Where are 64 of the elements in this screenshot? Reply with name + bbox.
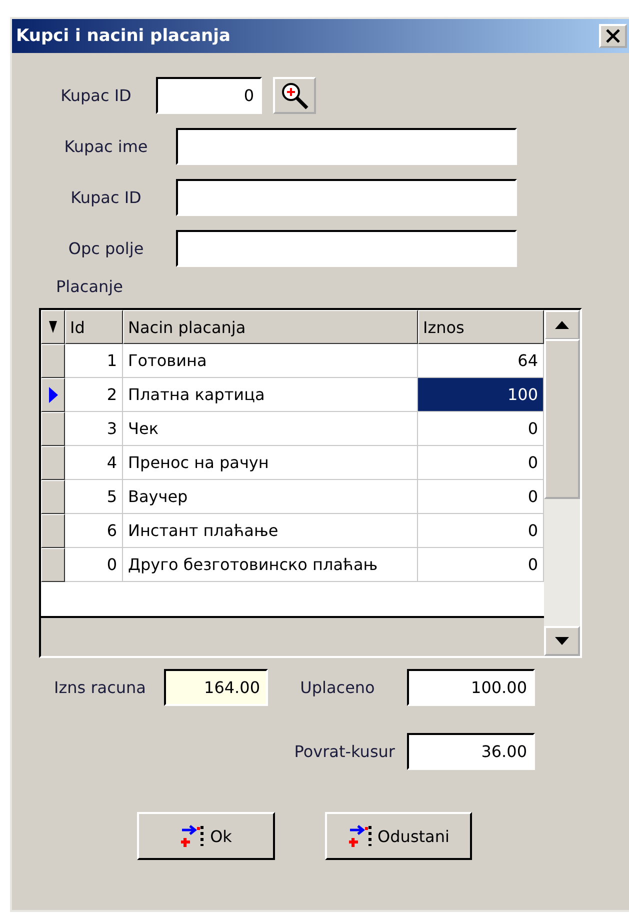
column-header[interactable]: Nacin placanja: [123, 310, 418, 344]
close-icon: [605, 29, 621, 43]
row-selector[interactable]: [41, 514, 65, 548]
field-label: Kupac ime: [63, 137, 149, 156]
table-cell: 0: [418, 412, 544, 446]
input-field[interactable]: 36.00: [407, 732, 535, 770]
row-selector[interactable]: [41, 412, 65, 446]
column-header[interactable]: Iznos: [418, 310, 544, 344]
table-cell: Пренос на рачун: [123, 446, 418, 480]
table-cell: 0: [418, 446, 544, 480]
table-cell: 1: [65, 344, 123, 378]
row-selector[interactable]: [41, 548, 65, 582]
input-field[interactable]: [176, 128, 517, 165]
table-cell: Инстант плаћање: [123, 514, 418, 548]
scroll-down-button[interactable]: [544, 626, 580, 656]
dropdown-icon: [49, 321, 57, 333]
table-cell: 64: [418, 344, 544, 378]
table-cell: 5: [65, 480, 123, 514]
table-cell: Платна картица: [123, 378, 418, 412]
transfer-icon: [180, 823, 206, 849]
row-selector[interactable]: [41, 446, 65, 480]
input-field[interactable]: [176, 230, 517, 267]
table-cell: Готовина: [123, 344, 418, 378]
up-arrow-icon: [555, 321, 569, 329]
row-selector[interactable]: [41, 480, 65, 514]
field-label: Izns racuna: [53, 678, 147, 696]
section-label: Placanje: [56, 277, 124, 296]
table-cell: 3: [65, 412, 123, 446]
table-cell: 4: [65, 446, 123, 480]
field-label: Kupac ID: [60, 86, 132, 105]
table-cell: 6: [65, 514, 123, 548]
table-cell: Чек: [123, 412, 418, 446]
window-title: Kupci i nacini placanja: [16, 26, 230, 46]
column-menu-button[interactable]: [41, 310, 65, 344]
table-cell: 0: [418, 548, 544, 582]
table-cell: 0: [65, 548, 123, 582]
transfer-icon: [348, 823, 374, 849]
table-cell: 0: [418, 480, 544, 514]
field-label: Opc polje: [67, 239, 145, 258]
search-icon: [280, 80, 310, 110]
table-cell: Ваучер: [123, 480, 418, 514]
table-cell: Друго безготовинско плаћањ: [123, 548, 418, 582]
input-field[interactable]: 164.00: [164, 668, 268, 706]
column-header[interactable]: Id: [65, 310, 123, 344]
table-cell: 100: [418, 378, 544, 412]
row-selector[interactable]: [41, 344, 65, 378]
field-label: Povrat-kusur: [293, 742, 396, 760]
field-label: Uplaceno: [299, 678, 376, 696]
scrollbar-thumb[interactable]: [544, 339, 580, 499]
input-field[interactable]: [176, 179, 517, 216]
down-arrow-icon: [555, 637, 569, 645]
search-button[interactable]: [273, 77, 316, 114]
input-field[interactable]: 0: [156, 77, 262, 114]
field-label: Kupac ID: [70, 188, 142, 207]
ok-button[interactable]: Ok: [137, 812, 275, 860]
table-cell: 0: [418, 514, 544, 548]
current-row-icon: [48, 387, 58, 403]
row-selector[interactable]: [41, 378, 65, 412]
cancel-button[interactable]: Odustani: [325, 812, 472, 860]
input-field[interactable]: 100.00: [407, 668, 535, 706]
table-cell: 2: [65, 378, 123, 412]
scrollbar[interactable]: [544, 310, 580, 656]
close-button[interactable]: [599, 24, 627, 48]
scroll-up-button[interactable]: [544, 310, 580, 340]
